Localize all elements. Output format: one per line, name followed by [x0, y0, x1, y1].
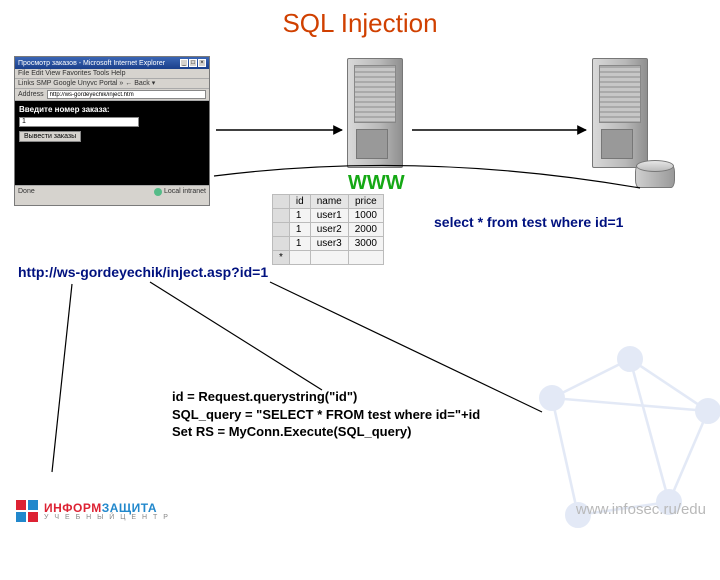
order-input[interactable]	[19, 117, 139, 127]
database-icon	[635, 164, 675, 192]
table-row: 1user33000	[273, 237, 384, 251]
address-input[interactable]	[47, 90, 206, 99]
table-row: *	[273, 251, 384, 265]
table-row: 1user11000	[273, 209, 384, 223]
result-table: idnameprice 1user110001user220001user330…	[272, 194, 384, 265]
browser-window: Просмотр заказов - Microsoft Internet Ex…	[14, 56, 210, 206]
footer-url: www.infosec.ru/edu	[576, 501, 706, 518]
intranet-icon	[154, 188, 162, 196]
status-zone: Local intranet	[164, 188, 206, 195]
brand-a: ИНФОРМ	[44, 501, 102, 515]
bg-decoration	[500, 320, 720, 580]
www-label: WWW	[348, 172, 405, 195]
asp-code: id = Request.querystring("id") SQL_query…	[172, 388, 480, 441]
col-header: name	[310, 195, 348, 209]
db-server	[592, 58, 656, 168]
slide-title: SQL Injection	[282, 8, 437, 39]
brand-logo: ИНФОРМЗАЩИТА У Ч Е Б Н Ы Й Ц Е Н Т Р	[16, 500, 170, 522]
window-controls: _□×	[179, 59, 206, 67]
logo-mark	[16, 500, 38, 522]
web-server	[347, 58, 411, 168]
browser-titlebar-text: Просмотр заказов - Microsoft Internet Ex…	[18, 60, 165, 67]
table-row: 1user22000	[273, 223, 384, 237]
col-header	[273, 195, 290, 209]
submit-button[interactable]: Вывести заказы	[19, 131, 81, 142]
order-prompt: Введите номер заказа:	[19, 105, 205, 114]
col-header: price	[348, 195, 383, 209]
status-done: Done	[18, 188, 35, 195]
sql-result-text: select * from test where id=1	[434, 214, 623, 230]
brand-sub: У Ч Е Б Н Ы Й Ц Е Н Т Р	[44, 514, 170, 521]
browser-linksbar: Links SMP Google Unyvc Portal » ← Back ▾	[15, 79, 209, 89]
injected-url: http://ws-gordeyechik/inject.asp?id=1	[18, 264, 268, 280]
browser-menubar: File Edit View Favorites Tools Help	[15, 69, 209, 79]
col-header: id	[289, 195, 310, 209]
address-label: Address	[18, 91, 44, 99]
brand-b: ЗАЩИТА	[102, 501, 157, 515]
